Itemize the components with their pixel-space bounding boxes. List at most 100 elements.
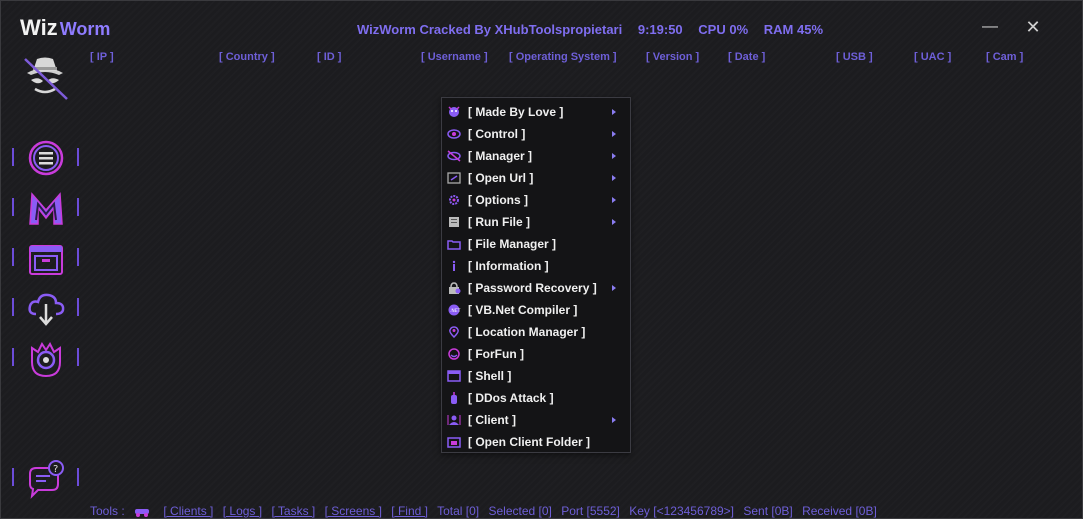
menu-item-label: [ Made By Love ]	[468, 105, 564, 119]
close-button[interactable]: ✕	[1021, 15, 1045, 39]
menu-item-options[interactable]: [ Options ]	[442, 189, 630, 211]
context-menu: [ Made By Love ] [ Control ] [ Manager ] [ …	[441, 97, 631, 453]
submenu-arrow-icon	[612, 285, 616, 291]
window-title: WizWorm Cracked By XHubToolspropietari	[357, 22, 623, 37]
menu-item-client[interactable]: [ Client ]	[442, 409, 630, 431]
menu-item-open-client-folder[interactable]: [ Open Client Folder ]	[442, 431, 630, 453]
menu-list-icon	[28, 140, 64, 176]
column-header-uac[interactable]: [ UAC ]	[914, 51, 951, 63]
menu-item-password-recovery[interactable]: [ Password Recovery ]	[442, 277, 630, 299]
sidebar-item-menu[interactable]	[11, 140, 81, 180]
cloud-download-icon	[28, 293, 65, 326]
ram-usage: RAM 45%	[763, 22, 824, 37]
sidebar-item-chat-help[interactable]: ?	[11, 460, 81, 500]
submenu-arrow-icon	[612, 109, 616, 115]
menu-item-label: [ File Manager ]	[468, 237, 557, 251]
status-link-clients[interactable]: [ Clients ]	[163, 504, 213, 518]
key-value: Key [<123456789>]	[629, 504, 735, 518]
svg-text:?: ?	[53, 464, 58, 475]
submenu-arrow-icon	[612, 131, 616, 137]
menu-item-label: [ Manager ]	[468, 149, 533, 163]
sidebar-item-download[interactable]	[11, 290, 81, 330]
menu-item-forfun[interactable]: [ ForFun ]	[442, 343, 630, 365]
menu-item-label: [ Options ]	[468, 193, 528, 207]
hidden-eye-icon	[447, 150, 461, 162]
brand-secondary: Worm	[59, 19, 111, 39]
dotnet-icon: .NET	[448, 304, 461, 316]
tools-label: Tools :	[90, 504, 125, 518]
received-value: Received [0B]	[802, 504, 877, 518]
url-window-icon	[447, 172, 461, 184]
total-count: Total [0]	[437, 504, 480, 518]
cpu-usage: CPU 0%	[698, 22, 749, 37]
column-header-username[interactable]: [ Username ]	[421, 51, 488, 63]
menu-item-run-file[interactable]: [ Run File ]	[442, 211, 630, 233]
submenu-arrow-icon	[612, 153, 616, 159]
menu-item-vb-net-compiler[interactable]: .NET [ VB.Net Compiler ]	[442, 299, 630, 321]
info-icon	[452, 260, 456, 271]
menu-item-manager[interactable]: [ Manager ]	[442, 145, 630, 167]
sent-value: Sent [0B]	[743, 504, 793, 518]
eye-icon	[447, 129, 461, 139]
menu-item-control[interactable]: [ Control ]	[442, 123, 630, 145]
chat-help-icon: ?	[29, 460, 64, 499]
main-window: Wiz Worm WizWorm Cracked By XHubToolsprop…	[0, 0, 1083, 519]
menu-item-shell[interactable]: [ Shell ]	[442, 365, 630, 387]
open-folder-icon	[447, 437, 461, 448]
menu-item-ddos-attack[interactable]: [ DDos Attack ]	[442, 387, 630, 409]
menu-item-label: [ Open Url ]	[468, 171, 534, 185]
port-value: Port [5552]	[561, 504, 620, 518]
sidebar-item-monster[interactable]	[11, 340, 81, 380]
column-header-os[interactable]: [ Operating System ]	[509, 51, 617, 63]
submenu-arrow-icon	[612, 219, 616, 225]
column-header-cam[interactable]: [ Cam ]	[986, 51, 1023, 63]
menu-item-label: [ Run File ]	[468, 215, 530, 229]
submenu-arrow-icon	[612, 417, 616, 423]
menu-item-label: [ ForFun ]	[468, 347, 524, 361]
menu-item-label: [ Information ]	[468, 259, 549, 273]
sidebar-item-folders[interactable]	[11, 240, 81, 280]
column-header-date[interactable]: [ Date ]	[728, 51, 765, 63]
column-header-ip[interactable]: [ IP ]	[90, 51, 114, 63]
svg-text:.NET: .NET	[450, 308, 461, 314]
client-table-header: [ IP ] [ Country ] [ ID ] [ Username ] […	[1, 51, 1083, 65]
gear-icon	[449, 195, 459, 205]
brand-primary: Wiz	[20, 15, 58, 40]
menu-item-label: [ DDos Attack ]	[468, 391, 554, 405]
sidebar-item-malware[interactable]	[11, 190, 81, 230]
menu-item-label: [ Client ]	[468, 413, 516, 427]
menu-item-label: [ Open Client Folder ]	[468, 435, 590, 449]
column-header-country[interactable]: [ Country ]	[219, 51, 275, 63]
status-bar: Tools : [ Clients ] [ Logs ] [ Tasks ] […	[90, 504, 883, 518]
selected-count: Selected [0]	[488, 504, 552, 518]
menu-item-location-manager[interactable]: [ Location Manager ]	[442, 321, 630, 343]
monster-eye-icon	[31, 342, 61, 378]
menu-item-file-manager[interactable]: [ File Manager ]	[442, 233, 630, 255]
status-link-logs[interactable]: [ Logs ]	[223, 504, 262, 518]
menu-item-label: [ Location Manager ]	[468, 325, 586, 339]
column-header-usb[interactable]: [ USB ]	[836, 51, 873, 63]
client-user-icon	[447, 415, 461, 425]
status-link-tasks[interactable]: [ Tasks ]	[271, 504, 315, 518]
column-header-id[interactable]: [ ID ]	[317, 51, 341, 63]
menu-item-information[interactable]: [ Information ]	[442, 255, 630, 277]
malware-m-icon	[29, 192, 63, 225]
column-header-version[interactable]: [ Version ]	[646, 51, 699, 63]
menu-item-made-by-love[interactable]: [ Made By Love ]	[442, 101, 630, 123]
menu-item-open-url[interactable]: [ Open Url ]	[442, 167, 630, 189]
fun-face-icon	[448, 348, 460, 360]
status-link-screens[interactable]: [ Screens ]	[325, 504, 382, 518]
submenu-arrow-icon	[612, 175, 616, 181]
menu-item-label: [ Shell ]	[468, 369, 512, 383]
menu-item-label: [ VB.Net Compiler ]	[468, 303, 578, 317]
clock: 9:19:50	[637, 22, 683, 37]
folder-window-icon	[29, 245, 63, 275]
devil-face-icon	[448, 106, 460, 117]
tools-icon[interactable]	[134, 507, 150, 517]
status-link-find[interactable]: [ Find ]	[391, 504, 428, 518]
menu-item-label: [ Password Recovery ]	[468, 281, 597, 295]
submenu-arrow-icon	[612, 197, 616, 203]
minimize-button[interactable]: —	[978, 15, 1002, 39]
run-file-icon	[449, 217, 459, 227]
spy-hat-icon	[21, 53, 69, 101]
